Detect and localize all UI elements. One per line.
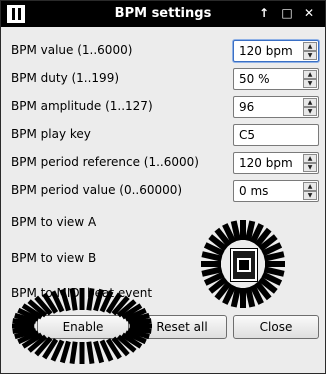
reset-all-button[interactable]: Reset all	[137, 315, 227, 339]
field-row-bpm-value: BPM value (1..6000) ▲ ▼	[1, 40, 325, 64]
check-label: BPM to MIDI beat event	[11, 286, 153, 300]
midi-beat-toggle[interactable]	[231, 249, 257, 281]
check-row-midi-beat[interactable]: BPM to MIDI beat event	[1, 283, 325, 307]
spin-down-icon[interactable]: ▼	[303, 191, 317, 200]
bpm-settings-window: BPM settings ↑ □ ✕ BPM value (1..6000) ▲…	[0, 0, 326, 374]
spin-up-icon[interactable]: ▲	[303, 42, 317, 51]
title-bar[interactable]: BPM settings ↑ □ ✕	[1, 1, 325, 27]
field-row-bpm-period-reference: BPM period reference (1..6000) ▲ ▼	[1, 152, 325, 176]
spin-up-icon[interactable]: ▲	[303, 182, 317, 191]
shade-icon[interactable]: ↑	[256, 5, 272, 21]
bpm-period-reference-input[interactable]	[234, 153, 300, 173]
bpm-play-key-input[interactable]	[234, 125, 318, 145]
spin-up-icon[interactable]: ▲	[303, 98, 317, 107]
check-label: BPM to view A	[11, 215, 97, 229]
spin-down-icon[interactable]: ▼	[303, 163, 317, 172]
check-label: BPM to view B	[11, 251, 97, 265]
field-row-bpm-amplitude: BPM amplitude (1..127) ▲ ▼	[1, 96, 325, 120]
bpm-amplitude-spinbox[interactable]: ▲ ▼	[233, 96, 319, 118]
toggle-knob	[237, 258, 251, 272]
field-row-bpm-duty: BPM duty (1..199) ▲ ▼	[1, 68, 325, 92]
field-label: BPM play key	[11, 127, 91, 141]
spin-down-icon[interactable]: ▼	[303, 107, 317, 116]
check-row-view-b[interactable]: BPM to view B	[1, 248, 325, 272]
bpm-period-value-spinbox[interactable]: ▲ ▼	[233, 180, 319, 202]
maximize-icon[interactable]: □	[279, 5, 295, 21]
bpm-play-key-field[interactable]	[233, 124, 319, 146]
spin-up-icon[interactable]: ▲	[303, 70, 317, 79]
close-icon[interactable]: ✕	[301, 5, 317, 21]
check-row-view-a[interactable]: BPM to view A	[1, 212, 325, 236]
spin-up-icon[interactable]: ▲	[303, 154, 317, 163]
spin-down-icon[interactable]: ▼	[303, 79, 317, 88]
field-label: BPM period reference (1..6000)	[11, 155, 199, 169]
enable-button[interactable]: Enable	[37, 315, 129, 339]
bpm-period-reference-spinbox[interactable]: ▲ ▼	[233, 152, 319, 174]
close-button[interactable]: Close	[233, 315, 319, 339]
bpm-period-value-input[interactable]	[234, 181, 300, 201]
field-label: BPM value (1..6000)	[11, 43, 133, 57]
field-row-bpm-play-key: BPM play key	[1, 124, 325, 148]
field-row-bpm-period-value: BPM period value (0..60000) ▲ ▼	[1, 180, 325, 204]
bpm-amplitude-input[interactable]	[234, 97, 300, 117]
field-label: BPM duty (1..199)	[11, 71, 120, 85]
bpm-value-input[interactable]	[234, 41, 300, 61]
field-label: BPM period value (0..60000)	[11, 183, 183, 197]
window-title: BPM settings	[114, 6, 212, 21]
bpm-value-spinbox[interactable]: ▲ ▼	[233, 40, 319, 62]
field-label: BPM amplitude (1..127)	[11, 99, 153, 113]
bpm-duty-input[interactable]	[234, 69, 300, 89]
spin-down-icon[interactable]: ▼	[303, 51, 317, 60]
bpm-duty-spinbox[interactable]: ▲ ▼	[233, 68, 319, 90]
